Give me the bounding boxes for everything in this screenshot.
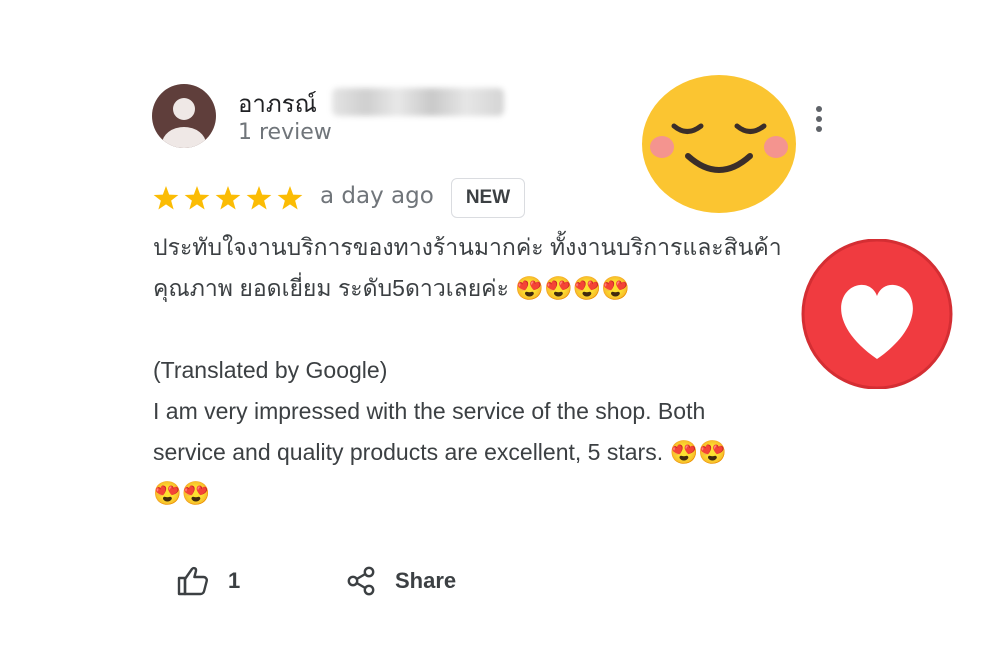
- reviewer-avatar[interactable]: [152, 84, 216, 148]
- thumb-up-icon: [177, 566, 208, 596]
- like-count: 1: [228, 568, 241, 593]
- new-badge: NEW: [451, 178, 525, 218]
- star-rating: [153, 186, 303, 210]
- review-date: a day ago: [320, 183, 434, 209]
- share-icon: [347, 566, 375, 596]
- star-icon: [215, 186, 241, 210]
- more-vert-icon[interactable]: [806, 102, 832, 136]
- redacted-name-blur: [332, 88, 504, 116]
- reviewer-review-count[interactable]: 1 review: [238, 120, 332, 145]
- star-icon: [153, 186, 179, 210]
- share-label: Share: [395, 568, 457, 593]
- review-text: ประทับใจงานบริการของทางร้านมากค่ะ ทั้งงา…: [153, 234, 782, 506]
- star-icon: [277, 186, 303, 210]
- star-icon: [184, 186, 210, 210]
- reviewer-name[interactable]: อาภรณ์: [238, 84, 317, 123]
- like-button[interactable]: 1: [176, 562, 256, 600]
- share-button[interactable]: Share: [345, 562, 475, 600]
- star-icon: [246, 186, 272, 210]
- smiling-face-sticker: [642, 75, 796, 213]
- heart-icon: [801, 239, 953, 389]
